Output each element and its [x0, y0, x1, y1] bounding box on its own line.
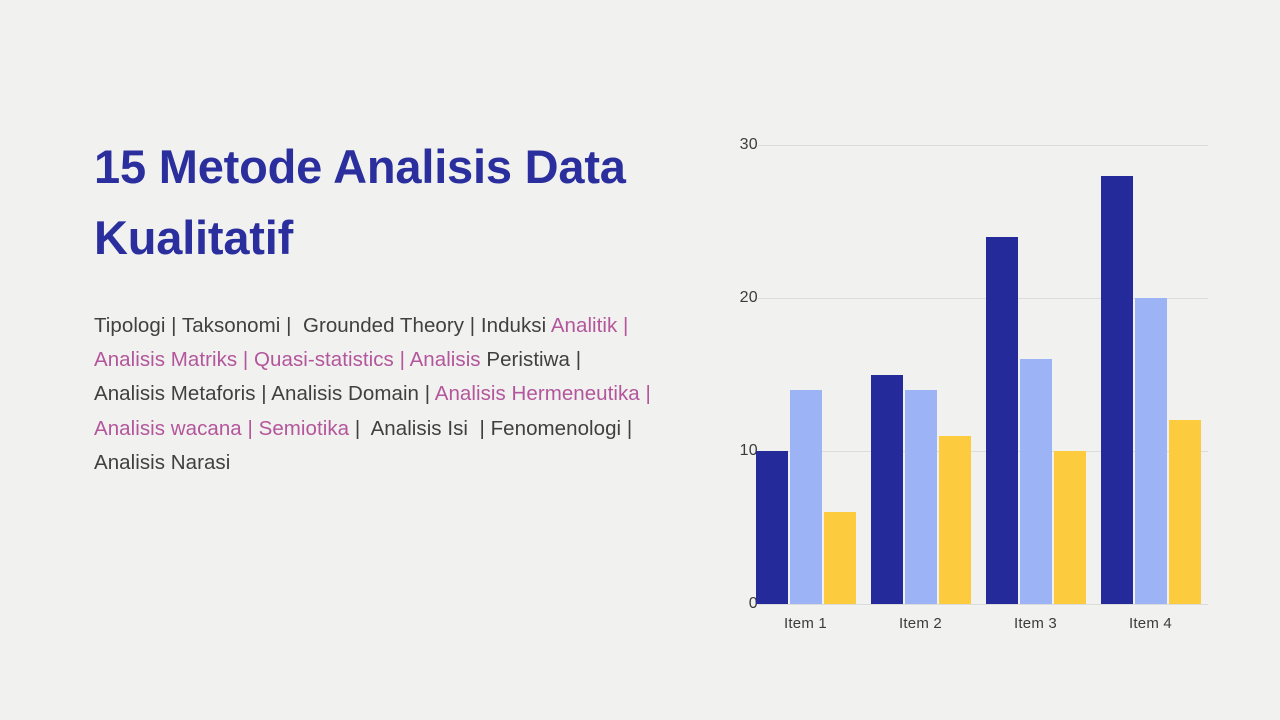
chart-plot-wrapper: 0 10 20 30 Item 1 Item 2 Item 3 Item 4: [700, 120, 1220, 650]
bar-group: [985, 145, 1086, 604]
chart-bars-area: [748, 145, 1208, 604]
x-axis-tick-label: Item 4: [1129, 615, 1172, 632]
methods-paragraph: Tipologi | Taksonomi | Grounded Theory |…: [94, 309, 654, 480]
gridline-0: [758, 604, 1208, 605]
bar-group: [1100, 145, 1201, 604]
page-title: 15 Metode Analisis Data Kualitatif: [94, 140, 626, 264]
bar: [1100, 175, 1133, 604]
bar: [789, 389, 822, 604]
bar-group: [870, 145, 971, 604]
bar: [823, 512, 856, 604]
bar: [1134, 298, 1167, 604]
bar: [1053, 451, 1086, 604]
text-panel: 15 Metode Analisis Data Kualitatif Tipol…: [94, 132, 704, 480]
methods-segment-1: Tipologi | Taksonomi | Grounded Theory |…: [94, 314, 551, 337]
bar: [870, 374, 903, 604]
bar: [1019, 359, 1052, 604]
bar: [1168, 420, 1201, 604]
slide-canvas: 15 Metode Analisis Data Kualitatif Tipol…: [0, 0, 1280, 720]
bar-group: [755, 145, 856, 604]
bar-chart: 0 10 20 30 Item 1 Item 2 Item 3 Item 4: [700, 120, 1220, 650]
bar: [938, 435, 971, 604]
bar: [755, 451, 788, 604]
bar: [904, 389, 937, 604]
bar: [985, 236, 1018, 604]
